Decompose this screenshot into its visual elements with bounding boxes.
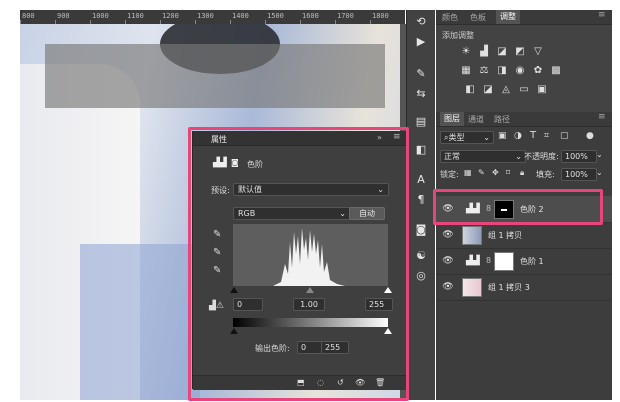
- ruler-tick-label: 1600: [302, 12, 319, 20]
- opacity-label: 不透明度:: [524, 152, 559, 161]
- black-white-icon[interactable]: ◨: [496, 65, 508, 77]
- history-icon[interactable]: ⟲: [413, 14, 429, 30]
- filter-type-icon[interactable]: T: [530, 130, 536, 141]
- chevron-down-icon: ⌄: [515, 152, 522, 161]
- adjustment-icons-row-3: ◧ ◪ ◬ ▭ ▣: [464, 84, 548, 96]
- ruler-tick-label: 1400: [232, 12, 249, 20]
- ruler-tick-label: 1800: [372, 12, 389, 20]
- ruler-tick-label: 1200: [162, 12, 179, 20]
- filter-shape-icon[interactable]: ⌗: [544, 131, 549, 141]
- posterize-icon[interactable]: ◪: [482, 84, 494, 96]
- blend-mode-select[interactable]: 正常 ⌄: [440, 150, 526, 163]
- ruler-tick-label: 1000: [92, 12, 109, 20]
- levels-icon[interactable]: ▟: [478, 46, 490, 58]
- lock-label: 锁定:: [440, 170, 459, 179]
- layer-thumbnail: [462, 278, 482, 297]
- ruler-tick-label: 800: [22, 12, 35, 20]
- swirl-icon[interactable]: ☯: [413, 248, 429, 264]
- link-icon[interactable]: 8: [486, 256, 491, 265]
- paragraph-icon[interactable]: ¶: [413, 192, 429, 208]
- lock-paint-icon[interactable]: ✎: [478, 168, 485, 177]
- levels-adjustment-icon: ▟▟: [466, 256, 480, 266]
- visibility-eye-icon[interactable]: 👁︎: [442, 281, 454, 293]
- tab-adjustments[interactable]: 调整: [496, 10, 520, 24]
- invert-icon[interactable]: ◧: [464, 84, 476, 96]
- vibrance-icon[interactable]: ▽: [532, 46, 544, 58]
- lock-artboard-icon[interactable]: ⌑: [506, 168, 510, 177]
- ruler-tick-label: 1700: [337, 12, 354, 20]
- canvas-gray-band: [45, 44, 385, 108]
- filter-smart-object-icon[interactable]: ▢: [560, 131, 569, 141]
- layer-filter-select[interactable]: ⌕类型 ⌄: [440, 131, 494, 144]
- layer-name: 色阶 1: [520, 257, 544, 266]
- layer-name: 组 1 拷贝: [488, 231, 523, 240]
- color-balance-icon[interactable]: ⚖: [478, 65, 490, 77]
- curves-icon[interactable]: ◪: [496, 46, 508, 58]
- libraries-icon[interactable]: ◧: [413, 142, 429, 158]
- chevron-down-icon: ⌄: [483, 133, 490, 142]
- clone-source-icon[interactable]: ⇆: [413, 86, 429, 102]
- highlight-layer-levels-2: [433, 189, 603, 225]
- layers-panel: 图层 通道 路径 ≡ ⌕类型 ⌄ ▣ ◑ T ⌗ ▢ ● 正常 ⌄ 不透明度: 10…: [436, 112, 612, 400]
- layer-row-group-copy-3[interactable]: 👁︎ 组 1 拷贝 3: [436, 274, 612, 301]
- exposure-icon[interactable]: ◩: [514, 46, 526, 58]
- color-lookup-icon[interactable]: ▩: [550, 65, 562, 77]
- lock-move-icon[interactable]: ✥: [492, 168, 499, 177]
- layer-row-group-copy[interactable]: 👁︎ 组 1 拷贝: [436, 222, 612, 249]
- panel-menu-icon[interactable]: ≡: [598, 10, 606, 20]
- adjustment-icons-row-2: ▦ ⚖ ◨ ◉ ✿ ▩: [460, 65, 562, 77]
- layers-tabs: 图层 通道 路径 ≡: [436, 112, 612, 127]
- filter-adjustment-icon[interactable]: ◑: [514, 131, 522, 141]
- channel-mixer-icon[interactable]: ✿: [532, 65, 544, 77]
- layer-thumbnail: [462, 226, 482, 245]
- brush-settings-icon[interactable]: ✎: [413, 66, 429, 82]
- add-adjustment-title: 添加调整: [442, 31, 474, 40]
- filter-pixel-icon[interactable]: ▣: [498, 131, 507, 141]
- brightness-icon[interactable]: ☀: [460, 46, 472, 58]
- photo-filter-icon[interactable]: ◉: [514, 65, 526, 77]
- horizontal-ruler: 800 900 1000 1100 1200 1300 1400 1500 1600 1700 18…: [20, 10, 405, 25]
- canvas-image-shade: [80, 244, 200, 400]
- visibility-eye-icon[interactable]: 👁︎: [442, 229, 454, 241]
- ruler-tick-label: 1500: [267, 12, 284, 20]
- threshold-icon[interactable]: ◬: [500, 84, 512, 96]
- filter-toggle-icon[interactable]: ●: [586, 131, 594, 141]
- layer-row-levels-1[interactable]: 👁︎ ▟▟ 8 色阶 1: [436, 248, 612, 275]
- highlight-properties-panel: [188, 127, 409, 401]
- adjustment-icons-row-1: ☀ ▟ ◪ ◩ ▽: [460, 46, 544, 58]
- properties-panel-icon[interactable]: ▤: [413, 114, 429, 130]
- fill-field[interactable]: 100%: [561, 168, 597, 181]
- layers-menu-icon[interactable]: ≡: [598, 112, 606, 122]
- visibility-eye-icon[interactable]: 👁︎: [442, 255, 454, 267]
- tab-swatches[interactable]: 色板: [470, 12, 486, 23]
- chevron-down-icon[interactable]: ⌄: [596, 168, 603, 177]
- ruler-tick-label: 900: [57, 12, 70, 20]
- camera-icon[interactable]: ◙: [413, 222, 429, 238]
- chevron-down-icon[interactable]: ⌄: [596, 150, 603, 159]
- hue-saturation-icon[interactable]: ▦: [460, 65, 472, 77]
- tab-color[interactable]: 颜色: [442, 12, 458, 23]
- character-icon[interactable]: A: [413, 172, 429, 188]
- ruler-tick-label: 1300: [197, 12, 214, 20]
- layer-name: 组 1 拷贝 3: [488, 283, 530, 292]
- tab-channels[interactable]: 通道: [468, 114, 484, 125]
- panel-icon-strip: ⟲ ▶ ✎ ⇆ ▤ ◧ A ¶ ◙ ☯ ◎: [406, 10, 435, 400]
- adjustments-tabs: 颜色 色板 调整 ≡: [436, 10, 612, 25]
- opacity-field[interactable]: 100%: [561, 150, 597, 163]
- fill-label: 填充:: [536, 170, 555, 179]
- tab-paths[interactable]: 路径: [494, 114, 510, 125]
- tab-layers[interactable]: 图层: [440, 112, 464, 126]
- lock-all-icon[interactable]: 🔒︎: [520, 168, 524, 178]
- layer-mask-thumb[interactable]: [494, 252, 514, 271]
- lock-transparent-icon[interactable]: ▦: [464, 168, 472, 177]
- ruler-tick-label: 1100: [127, 12, 144, 20]
- gradient-map-icon[interactable]: ▭: [518, 84, 530, 96]
- selective-color-icon[interactable]: ▣: [536, 84, 548, 96]
- globe-icon[interactable]: ◎: [413, 268, 429, 284]
- play-icon[interactable]: ▶: [413, 34, 429, 50]
